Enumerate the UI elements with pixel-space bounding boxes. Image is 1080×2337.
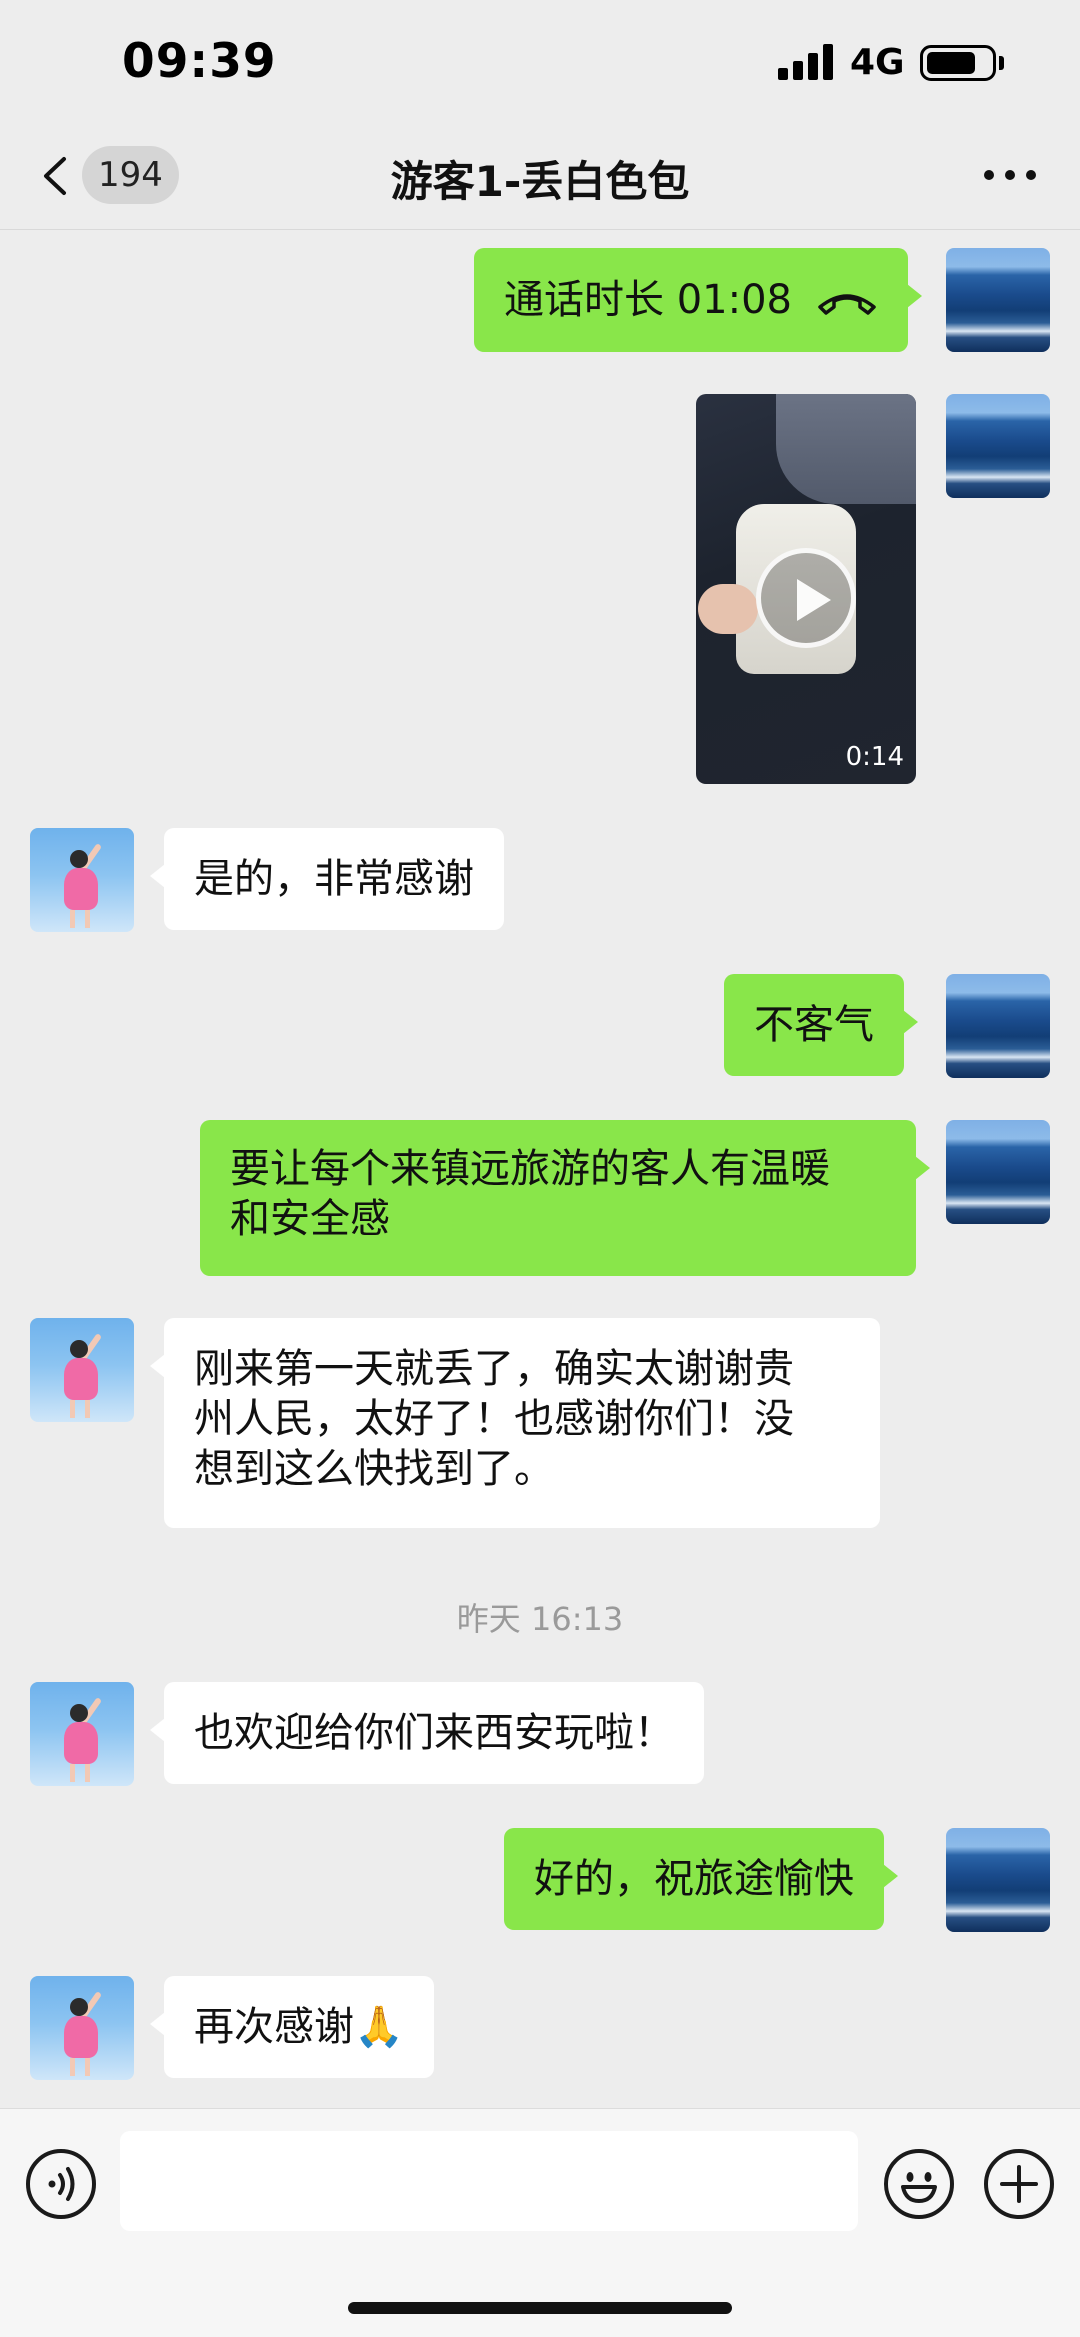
video-thumbnail-pants [776,394,916,504]
nav-bar: 194 游客1-丢白色包 [0,120,1080,230]
contact-avatar[interactable] [30,1976,134,2080]
status-bar: 09:39 4G [0,0,1080,120]
plus-icon[interactable] [984,2149,1054,2219]
call-duration-text: 通话时长 01:08 [504,277,792,323]
message-input[interactable] [120,2131,858,2231]
message-text: 好的，祝旅途愉快 [534,1856,854,1902]
message-bubble[interactable]: 好的，祝旅途愉快 [504,1828,898,1930]
message-bubble[interactable]: 要让每个来镇远旅游的客人有温暖 和安全感 [200,1120,930,1276]
emoji-icon[interactable] [884,2149,954,2219]
battery-tip [999,56,1004,70]
back-chevron-icon [44,157,66,195]
message-bubble[interactable]: 是的，非常感谢 [150,828,504,930]
self-avatar[interactable] [946,248,1050,352]
phone-hangup-icon [818,294,876,315]
contact-avatar[interactable] [30,828,134,932]
self-avatar[interactable] [946,1828,1050,1932]
contact-avatar[interactable] [30,1318,134,1422]
network-type: 4G [850,42,905,83]
call-record-bubble[interactable]: 通话时长 01:08 [474,248,922,352]
message-text: 再次感谢🙏 [194,2004,404,2050]
message-text-line: 想到这么快找到了。 [194,1446,554,1492]
contact-avatar[interactable] [30,1682,134,1786]
home-indicator [348,2302,732,2314]
message-bubble[interactable]: 再次感谢🙏 [150,1976,434,2078]
play-icon[interactable] [756,548,856,648]
message-text-line: 要让每个来镇远旅游的客人有温暖 [230,1146,830,1192]
status-time: 09:39 [122,34,277,89]
self-avatar[interactable] [946,394,1050,498]
message-bubble[interactable]: 不客气 [724,974,918,1076]
video-duration: 0:14 [845,742,904,772]
self-avatar[interactable] [946,974,1050,1078]
message-timestamp: 昨天 16:13 [456,1600,624,1638]
signal-icon [778,44,836,80]
message-text: 也欢迎给你们来西安玩啦！ [194,1710,674,1756]
voice-icon[interactable] [26,2149,96,2219]
message-text-line: 和安全感 [230,1196,390,1242]
message-bubble[interactable]: 也欢迎给你们来西安玩啦！ [150,1682,704,1784]
message-text: 不客气 [754,1002,874,1048]
self-avatar[interactable] [946,1120,1050,1224]
video-thumbnail-hand [698,584,758,634]
more-icon[interactable] [980,162,1040,188]
unread-count-badge: 194 [82,146,179,204]
back-button[interactable]: 194 [30,142,180,208]
battery-icon [920,45,996,81]
chat-title: 游客1-丢白色包 [390,157,690,206]
message-bubble[interactable]: 刚来第一天就丢了，确实太谢谢贵 州人民，太好了！也感谢你们！没 想到这么快找到了… [150,1318,880,1528]
message-text-line: 刚来第一天就丢了，确实太谢谢贵 [194,1346,794,1392]
message-text: 是的，非常感谢 [194,856,474,902]
message-text-line: 州人民，太好了！也感谢你们！没 [194,1396,794,1442]
video-message[interactable]: 0:14 [696,394,916,784]
